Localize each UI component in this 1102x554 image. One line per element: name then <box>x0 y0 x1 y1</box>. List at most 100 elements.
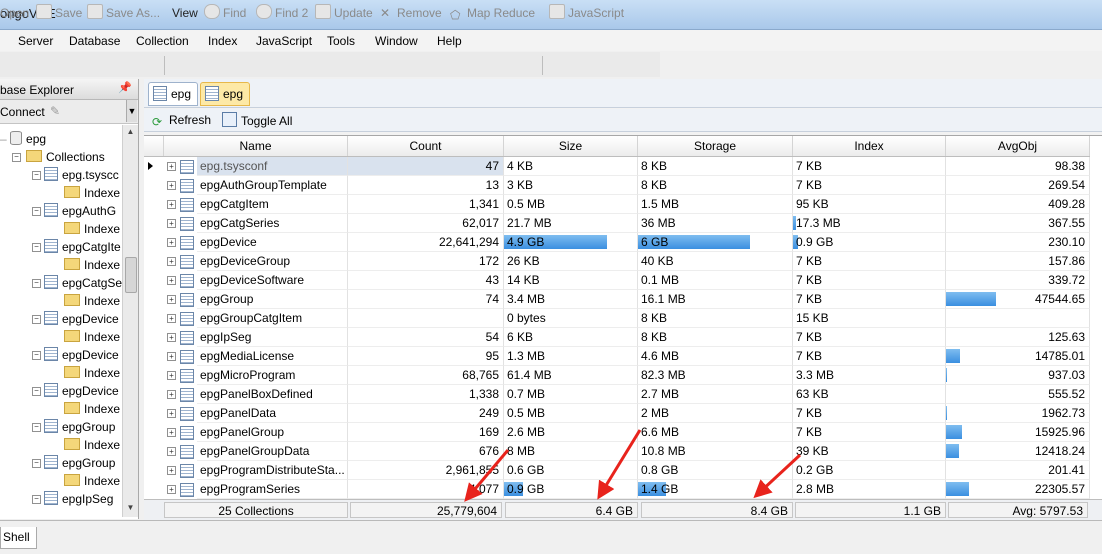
tree-indexes[interactable]: Indexe <box>48 184 120 202</box>
update-button[interactable]: Update <box>315 4 373 22</box>
map-reduce-button[interactable]: ⬠ Map Reduce <box>450 4 535 22</box>
table-row[interactable]: + epgMediaLicense 95 1.3 MB 4.6 MB 7 KB 14785.… <box>144 347 1102 366</box>
expand-icon[interactable]: + <box>167 447 176 456</box>
tree-indexes[interactable]: Indexe <box>48 256 120 274</box>
scroll-down-icon[interactable]: ▼ <box>123 501 138 515</box>
table-row[interactable]: + epgPanelBoxDefined 1,338 0.7 MB 2.7 MB 63 K… <box>144 385 1102 404</box>
menu-database[interactable]: Database <box>69 34 120 48</box>
table-row[interactable]: + epgDeviceSoftware 43 14 KB 0.1 MB 7 KB 339.7… <box>144 271 1102 290</box>
expand-icon[interactable]: + <box>167 314 176 323</box>
connect-button[interactable]: Connect <box>0 105 45 119</box>
toggle-all-button[interactable]: Toggle All <box>222 112 292 129</box>
menu-window[interactable]: Window <box>375 34 418 48</box>
tree-indexes[interactable]: Indexe <box>48 220 120 238</box>
header-storage[interactable]: Storage <box>638 136 793 156</box>
menu-index[interactable]: Index <box>208 34 237 48</box>
collapse-icon[interactable]: − <box>32 495 41 504</box>
tree-collection[interactable]: − epgDevice <box>32 382 119 400</box>
expand-icon[interactable]: + <box>167 371 176 380</box>
expand-icon[interactable]: + <box>167 466 176 475</box>
shell-tab[interactable]: Shell <box>0 527 37 549</box>
header-avgobj[interactable]: AvgObj <box>946 136 1090 156</box>
open-button[interactable]: Open <box>0 4 29 22</box>
tab-epg-active[interactable]: epg <box>200 82 251 106</box>
tree-collection[interactable]: − epgGroup <box>32 418 115 436</box>
collapse-icon[interactable]: − <box>32 207 41 216</box>
collapse-icon[interactable]: − <box>32 387 41 396</box>
tree-collection[interactable]: − epg.tsyscc <box>32 166 119 184</box>
collapse-icon[interactable]: − <box>12 153 21 162</box>
table-row[interactable]: + epgGroup 74 3.4 MB 16.1 MB 7 KB 47544.65 <box>144 290 1102 309</box>
expand-icon[interactable]: + <box>167 295 176 304</box>
expand-icon[interactable]: + <box>167 352 176 361</box>
menu-collection[interactable]: Collection <box>136 34 189 48</box>
expand-icon[interactable]: + <box>167 238 176 247</box>
scroll-up-icon[interactable]: ▲ <box>123 125 138 139</box>
header-size[interactable]: Size <box>504 136 638 156</box>
tree-collection[interactable]: − epgAuthG <box>32 202 116 220</box>
table-row[interactable]: + epgPanelGroup 169 2.6 MB 6.6 MB 7 KB 15925.9… <box>144 423 1102 442</box>
collapse-icon[interactable]: − <box>32 351 41 360</box>
menu-server[interactable]: Server <box>18 34 53 48</box>
expand-icon[interactable]: + <box>167 485 176 494</box>
table-row[interactable]: + epgMicroProgram 68,765 61.4 MB 82.3 MB 3.3 … <box>144 366 1102 385</box>
view-button[interactable]: View <box>172 4 198 22</box>
expand-icon[interactable]: + <box>167 390 176 399</box>
save-as-button[interactable]: Save As... <box>87 4 160 22</box>
scroll-thumb[interactable] <box>125 257 137 293</box>
tree-collection[interactable]: − epgCatgIte <box>32 238 121 256</box>
tree-collection[interactable]: − epgDevice <box>32 310 119 328</box>
explorer-scrollbar[interactable]: ▲ ▼ <box>122 125 138 517</box>
table-row[interactable]: + epgAuthGroupTemplate 13 3 KB 8 KB 7 KB 269.5… <box>144 176 1102 195</box>
header-name[interactable]: Name <box>164 136 348 156</box>
table-row[interactable]: + epgCatgSeries 62,017 21.7 MB 36 MB 17.3 MB 3… <box>144 214 1102 233</box>
table-row[interactable]: + epgCatgItem 1,341 0.5 MB 1.5 MB 95 KB 409.28 <box>144 195 1102 214</box>
tree-collections[interactable]: − Collections <box>12 148 105 166</box>
tree-collection[interactable]: − epgDevice <box>32 346 119 364</box>
menu-help[interactable]: Help <box>437 34 462 48</box>
table-row[interactable]: + epgPanelData 249 0.5 MB 2 MB 7 KB 1962.73 <box>144 404 1102 423</box>
collapse-icon[interactable]: − <box>32 171 41 180</box>
menu-javascript[interactable]: JavaScript <box>256 34 312 48</box>
tab-epg[interactable]: epg <box>148 82 199 106</box>
save-button[interactable]: Save <box>36 4 82 22</box>
tree-indexes[interactable]: Indexe <box>48 364 120 382</box>
expand-icon[interactable]: + <box>167 276 176 285</box>
find-button[interactable]: Find <box>204 4 246 22</box>
expand-icon[interactable]: + <box>167 257 176 266</box>
table-row[interactable]: + epgIpSeg 54 6 KB 8 KB 7 KB 125.63 <box>144 328 1102 347</box>
table-row[interactable]: + epgPanelGroupData 676 8 MB 10.8 MB 39 KB 124… <box>144 442 1102 461</box>
header-count[interactable]: Count <box>348 136 504 156</box>
collapse-icon[interactable]: − <box>32 459 41 468</box>
expand-icon[interactable]: + <box>167 409 176 418</box>
expand-icon[interactable]: + <box>167 333 176 342</box>
table-row[interactable]: + epg.tsysconf 47 4 KB 8 KB 7 KB 98.38 <box>144 157 1102 176</box>
plug-icon[interactable]: ✎ <box>50 104 64 118</box>
expand-icon[interactable]: + <box>167 200 176 209</box>
tree-collection[interactable]: − epgIpSeg <box>32 490 113 508</box>
expand-icon[interactable]: + <box>167 428 176 437</box>
expand-icon[interactable]: + <box>167 162 176 171</box>
find2-button[interactable]: Find 2 <box>256 4 308 22</box>
table-row[interactable]: + epgProgramSeries 4,077 0.9 GB 1.4 GB 2.8 MB… <box>144 480 1102 499</box>
collapse-icon[interactable]: − <box>32 243 41 252</box>
tree-collection[interactable]: − epgGroup <box>32 454 115 472</box>
tree-collection[interactable]: − epgCatgSe <box>32 274 122 292</box>
pin-icon[interactable]: 📌 <box>118 81 132 94</box>
tree-db-epg[interactable]: – epg <box>0 130 46 148</box>
remove-button[interactable]: ✕ Remove <box>380 4 442 22</box>
tree-indexes[interactable]: Indexe <box>48 292 120 310</box>
table-row[interactable]: + epgDevice 22,641,294 4.9 GB 6 GB 0.9 GB 230.… <box>144 233 1102 252</box>
table-row[interactable]: + epgDeviceGroup 172 26 KB 40 KB 7 KB 157.86 <box>144 252 1102 271</box>
menu-tools[interactable]: Tools <box>327 34 355 48</box>
table-row[interactable]: + epgGroupCatgItem 0 bytes 8 KB 15 KB <box>144 309 1102 328</box>
collapse-icon[interactable]: − <box>32 315 41 324</box>
tree-indexes[interactable]: Indexe <box>48 472 120 490</box>
collapse-icon[interactable]: − <box>32 423 41 432</box>
header-index[interactable]: Index <box>793 136 946 156</box>
tree-indexes[interactable]: Indexe <box>48 436 120 454</box>
expand-icon[interactable]: + <box>167 181 176 190</box>
refresh-button[interactable]: ⟳ Refresh <box>152 112 211 129</box>
javascript-button[interactable]: JavaScript <box>549 4 624 22</box>
tree-indexes[interactable]: Indexe <box>48 328 120 346</box>
